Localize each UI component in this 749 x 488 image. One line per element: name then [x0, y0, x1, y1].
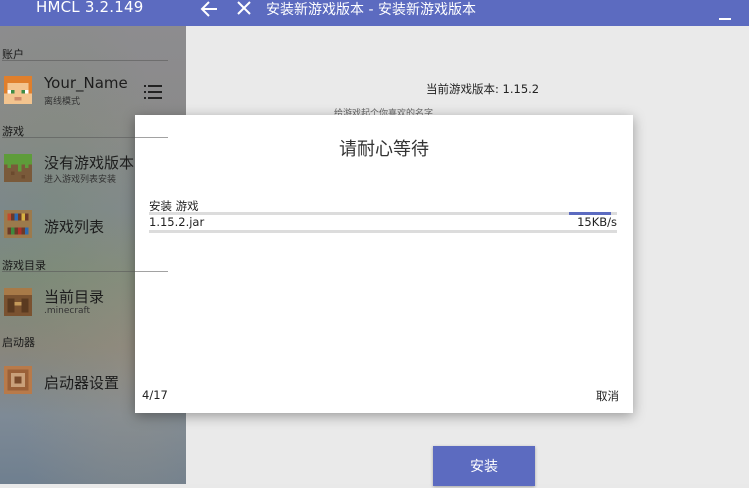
sidebar-item-sub: .minecraft	[44, 306, 91, 316]
grass-block-icon	[4, 154, 32, 182]
divider	[2, 60, 168, 61]
avatar	[4, 76, 32, 104]
sidebar-item-label: 游戏列表	[44, 218, 105, 236]
divider	[2, 271, 168, 272]
crafting-table-icon	[4, 288, 32, 316]
account-name: Your_Name	[44, 74, 128, 92]
divider	[2, 137, 168, 138]
cancel-button[interactable]: 取消	[596, 388, 619, 404]
bookshelf-icon	[4, 210, 32, 238]
progress-dialog: 请耐心等待 安装 游戏 1.15.2.jar 15KB/s 4/17 取消	[135, 115, 633, 413]
task-progress-bar	[149, 212, 617, 215]
sidebar-item-no-version[interactable]: 没有游戏版本 进入游戏列表安装	[0, 150, 186, 192]
dialog-title: 请耐心等待	[339, 139, 429, 160]
command-block-icon	[4, 366, 32, 394]
file-progress-bar	[149, 230, 617, 233]
menu-icon[interactable]	[144, 83, 164, 101]
sidebar-item-sub: 进入游戏列表安装	[44, 175, 117, 185]
sidebar-item-label: 当前目录	[44, 288, 105, 306]
sidebar-item-label: 启动器设置	[44, 374, 120, 392]
sidebar-item-game-list[interactable]: 游戏列表	[0, 206, 186, 248]
download-speed: 15KB/s	[577, 215, 617, 229]
account-mode: 离线模式	[44, 97, 81, 107]
sidebar-item-label: 没有游戏版本	[44, 154, 135, 172]
section-label-launcher: 启动器	[2, 336, 35, 349]
sidebar-item-current-dir[interactable]: 当前目录 .minecraft	[0, 284, 186, 326]
sidebar-item-launcher-settings[interactable]: 启动器设置	[0, 362, 186, 404]
